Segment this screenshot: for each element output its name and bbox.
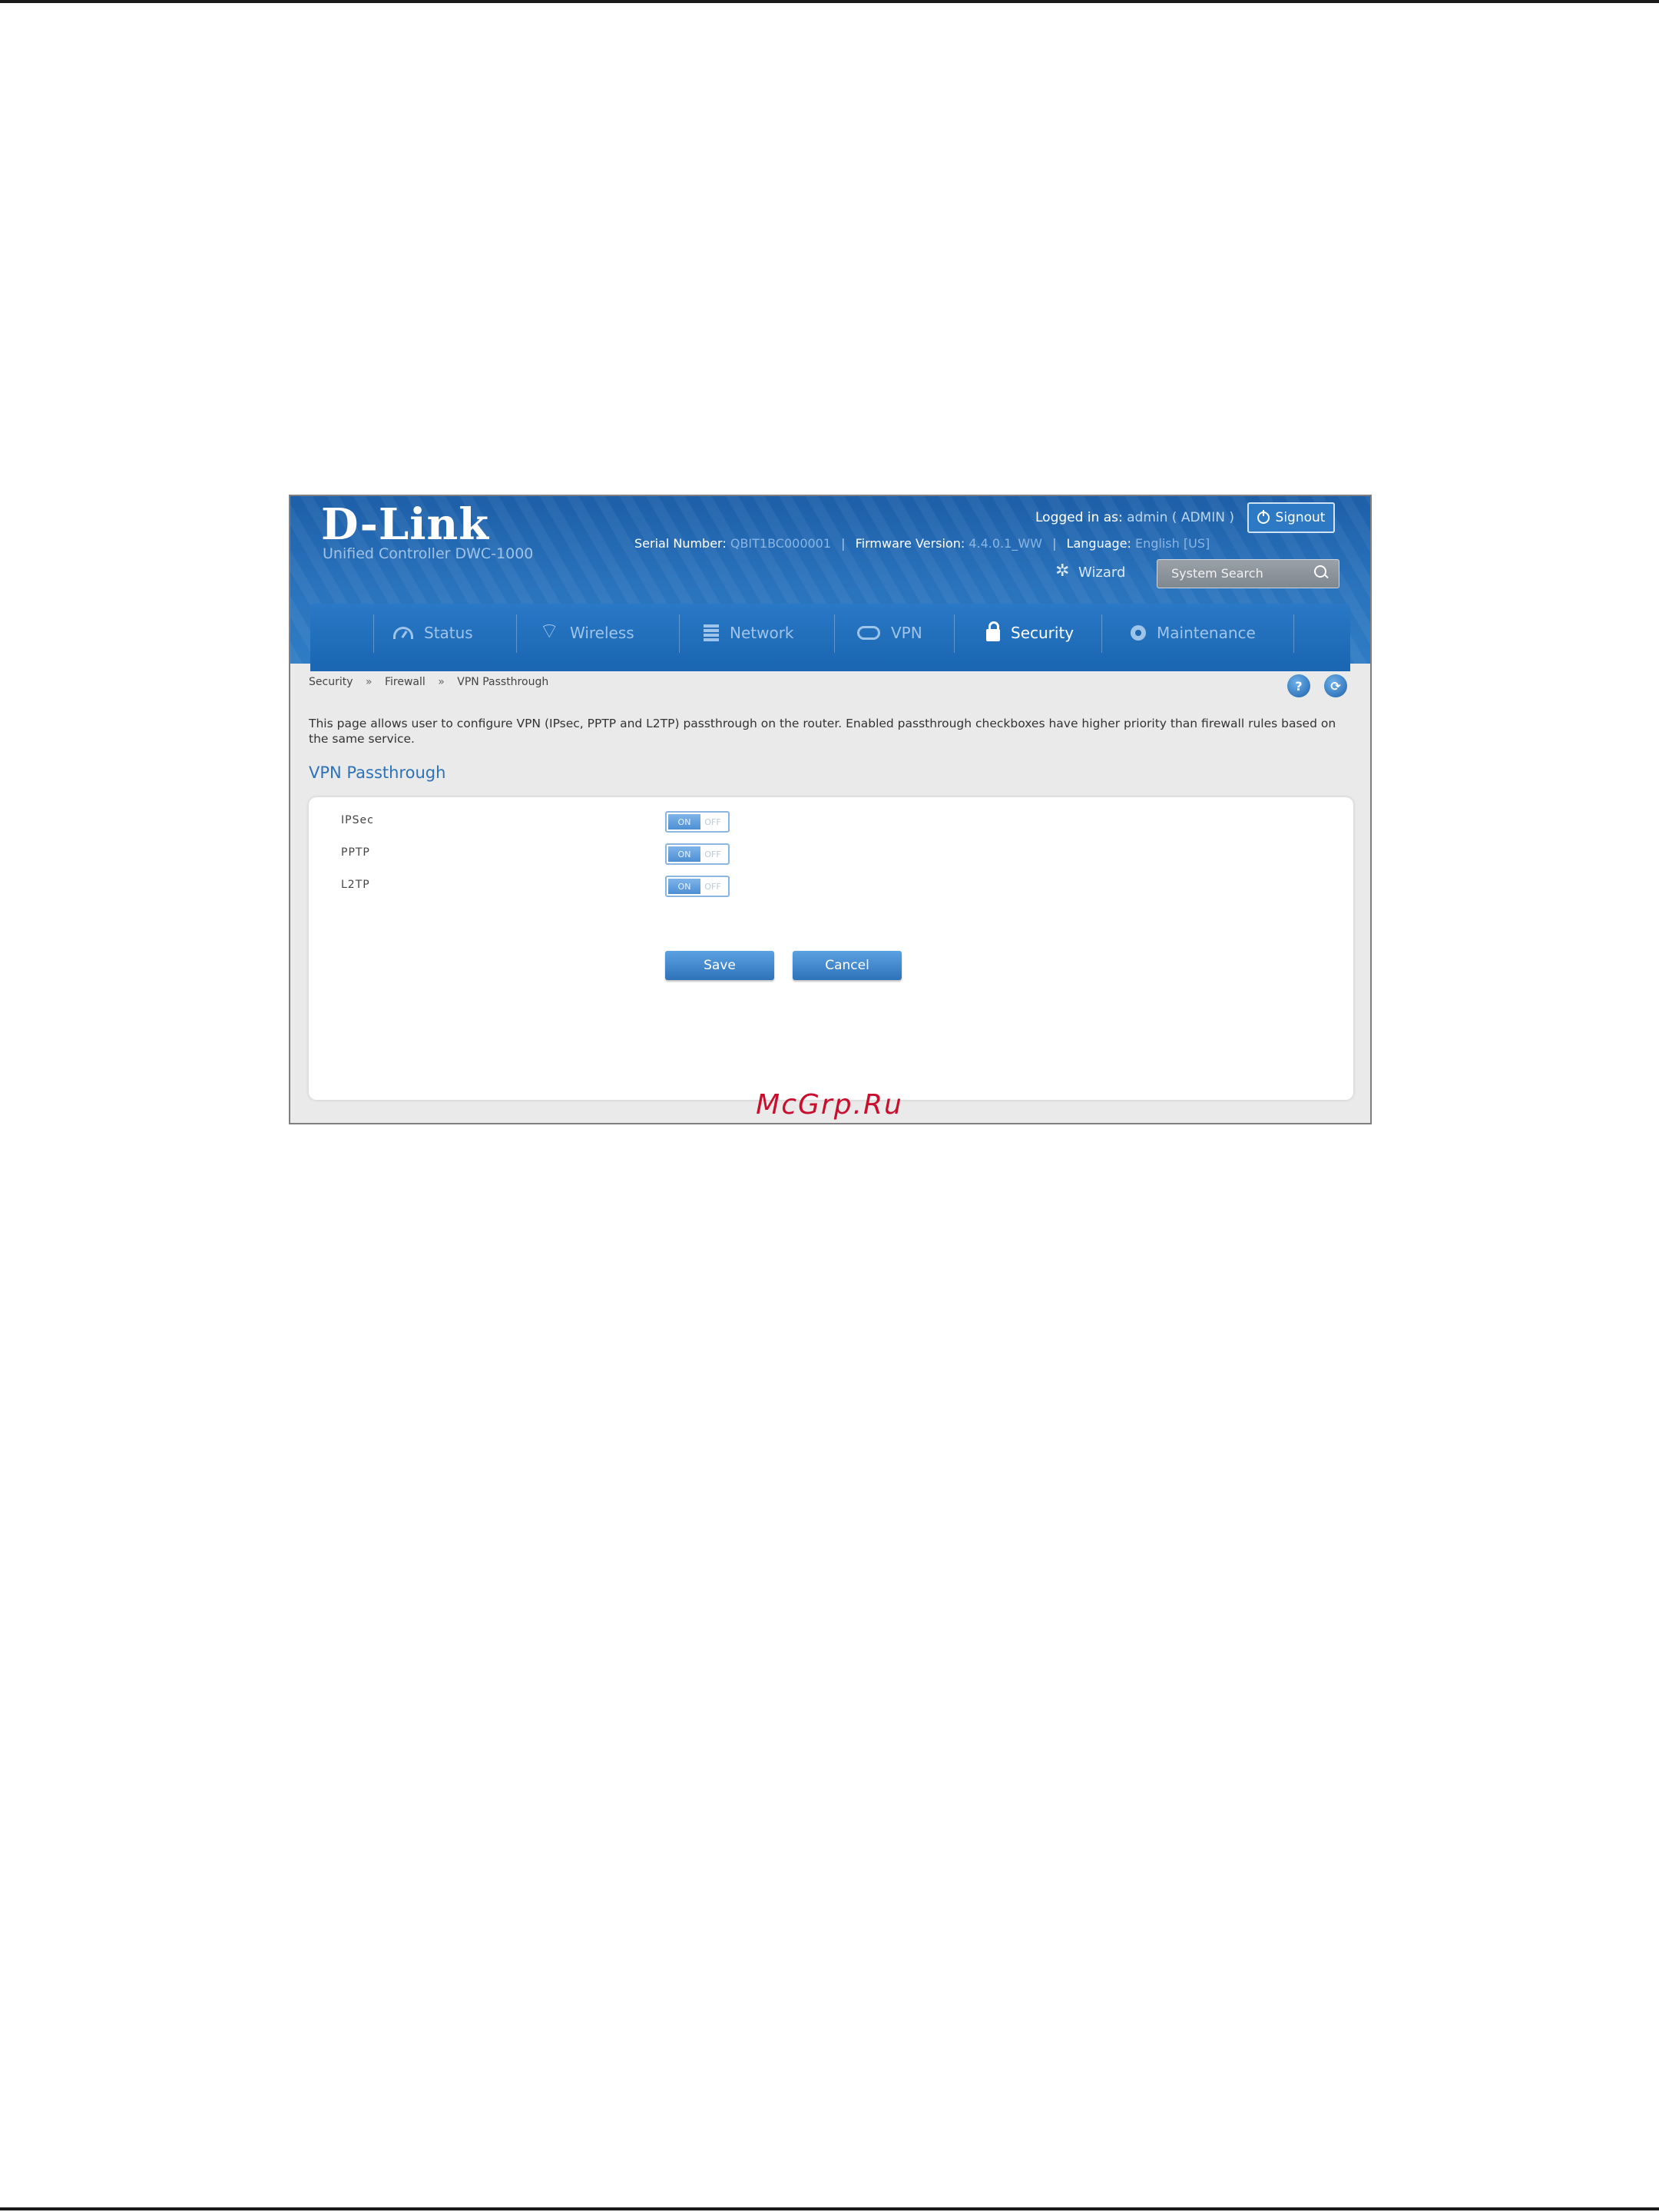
wizard-link[interactable]: Wizard <box>1055 561 1126 581</box>
cloud-icon <box>857 626 880 640</box>
dlink-logo: D-Link <box>321 499 490 550</box>
nav-vpn[interactable]: VPN <box>857 618 922 648</box>
wizard-icon <box>1055 561 1072 581</box>
toggle-off-label: OFF <box>704 816 721 827</box>
search-placeholder: System Search <box>1171 566 1263 581</box>
nav-wireless-label: Wireless <box>570 624 634 642</box>
nav-security-label: Security <box>1011 624 1075 642</box>
lock-icon <box>986 621 1000 641</box>
watermark: McGrp.Ru <box>756 1089 903 1121</box>
dashboard-icon <box>393 627 413 639</box>
firmware-label: Firmware Version: <box>855 536 965 551</box>
wizard-label: Wizard <box>1078 564 1126 581</box>
firmware-value: 4.4.0.1_WW <box>969 536 1042 551</box>
nav-network[interactable]: Network <box>704 618 794 648</box>
section-title: VPN Passthrough <box>309 763 446 782</box>
power-icon <box>1257 510 1270 524</box>
signout-label: Signout <box>1275 510 1326 525</box>
ipsec-toggle[interactable]: ON OFF <box>665 811 730 833</box>
pptp-label: PPTP <box>341 846 370 859</box>
nav-status-label: Status <box>424 624 473 642</box>
cancel-button[interactable]: Cancel <box>793 951 902 980</box>
nav-status[interactable]: Status <box>393 618 473 648</box>
search-icon[interactable] <box>1314 565 1326 578</box>
wifi-icon <box>539 618 559 645</box>
nav-security[interactable]: Security <box>986 618 1074 648</box>
header: D-Link Unified Controller DWC-1000 Logge… <box>290 496 1370 671</box>
page-bottom-rule <box>0 2207 1659 2210</box>
device-info: Serial Number: QBIT1BC000001 | Firmware … <box>634 536 1210 551</box>
help-icon[interactable]: ? <box>1287 674 1310 697</box>
pptp-toggle[interactable]: ON OFF <box>665 843 730 865</box>
toggle-on-label: ON <box>668 846 700 862</box>
vpn-passthrough-panel: IPSec ON OFF PPTP ON OFF L2TP ON OFF Sav… <box>309 797 1353 1100</box>
nav-maintenance-label: Maintenance <box>1157 624 1256 642</box>
nav-wireless[interactable]: Wireless <box>539 618 634 648</box>
nav-vpn-label: VPN <box>891 624 922 642</box>
page-description: This page allows user to configure VPN (… <box>309 717 1336 746</box>
main-nav: Status Wireless Network VPN Security <box>310 604 1350 671</box>
breadcrumb: Security » Firewall » VPN Passthrough <box>309 676 549 688</box>
logged-in-user: admin ( ADMIN ) <box>1127 510 1234 525</box>
toggle-off-label: OFF <box>704 849 721 859</box>
breadcrumb-current: VPN Passthrough <box>457 676 549 688</box>
gear-icon <box>1131 625 1146 641</box>
breadcrumb-security[interactable]: Security <box>309 676 353 688</box>
language-link[interactable]: English [US] <box>1135 536 1210 551</box>
serial-label: Serial Number: <box>634 536 727 551</box>
toggle-on-label: ON <box>668 814 700 830</box>
logged-in-info: Logged in as: admin ( ADMIN ) <box>1035 510 1234 525</box>
page-top-rule <box>0 0 1659 3</box>
network-icon <box>704 624 719 641</box>
ipsec-label: IPSec <box>341 814 374 826</box>
l2tp-label: L2TP <box>341 879 370 891</box>
serial-value: QBIT1BC000001 <box>730 536 832 551</box>
toggle-on-label: ON <box>668 879 700 894</box>
language-label: Language: <box>1066 536 1131 551</box>
nav-network-label: Network <box>730 624 794 642</box>
nav-maintenance[interactable]: Maintenance <box>1131 618 1256 648</box>
system-search-input[interactable]: System Search <box>1157 559 1339 588</box>
l2tp-toggle[interactable]: ON OFF <box>665 876 730 897</box>
router-screenshot: D-Link Unified Controller DWC-1000 Logge… <box>289 495 1372 1124</box>
product-subtitle: Unified Controller DWC-1000 <box>323 545 534 562</box>
save-button[interactable]: Save <box>665 951 774 980</box>
signout-button[interactable]: Signout <box>1247 502 1335 533</box>
breadcrumb-firewall[interactable]: Firewall <box>385 676 426 688</box>
toggle-off-label: OFF <box>704 881 721 892</box>
logged-in-label: Logged in as: <box>1035 510 1123 525</box>
refresh-icon[interactable]: ⟳ <box>1324 674 1347 697</box>
